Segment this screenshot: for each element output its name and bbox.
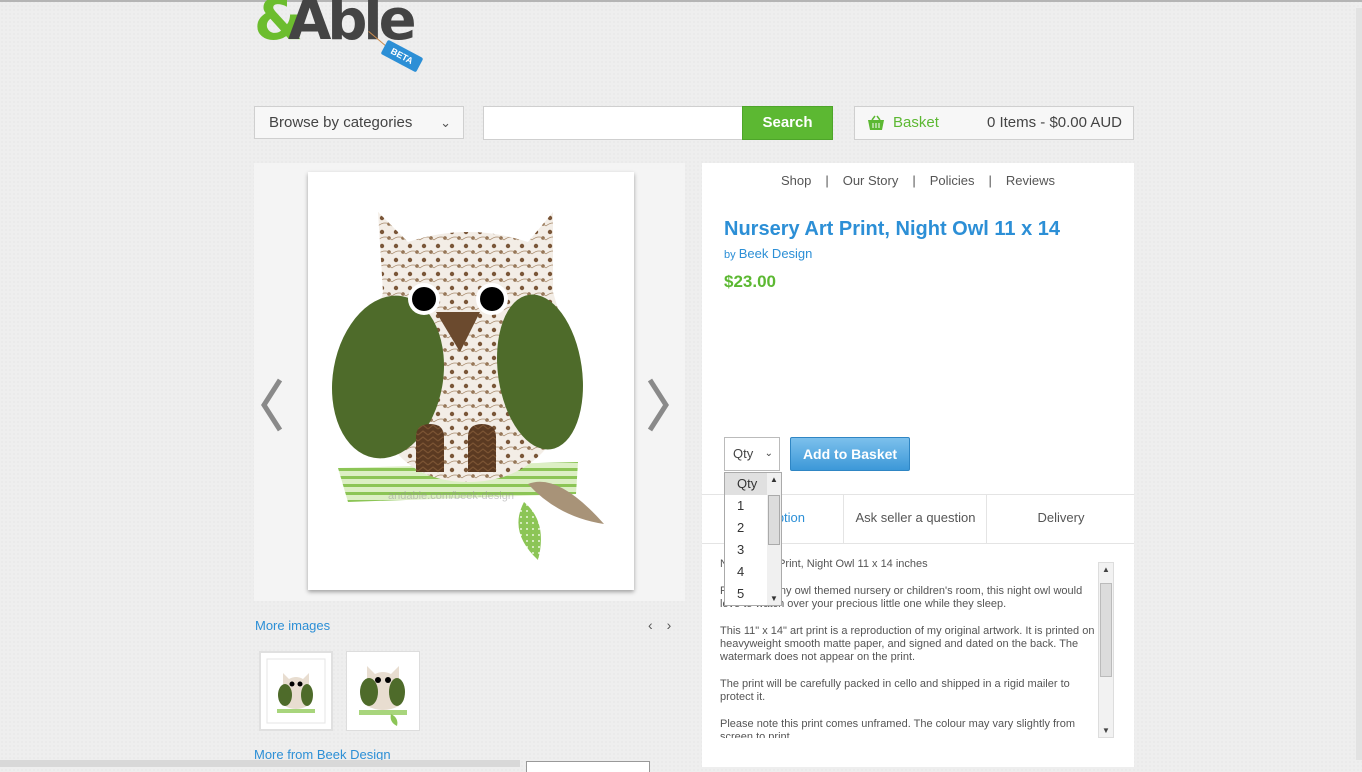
site-logo[interactable]: & Able BETA [254, 0, 454, 82]
shop-nav: Shop | Our Story | Policies | Reviews [702, 173, 1134, 188]
basket-icon [868, 115, 884, 130]
quantity-label: Qty [733, 446, 754, 461]
thumbnail-nav[interactable]: ‹› [648, 617, 685, 633]
seller-link[interactable]: Beek Design [739, 246, 813, 261]
quantity-dropdown-list: Qty 1 2 3 4 5 ▲ ▼ [724, 472, 782, 606]
description-paragraph: Please note this print comes unframed. T… [720, 718, 1076, 738]
quantity-option[interactable]: 1 [725, 495, 769, 517]
nav-shop[interactable]: Shop [767, 173, 825, 188]
basket-label: Basket [893, 114, 939, 131]
scrollbar-thumb[interactable] [768, 495, 780, 545]
thumb-prev-button[interactable]: ‹ [648, 617, 667, 633]
owl-artwork [331, 212, 604, 560]
thumbnail[interactable] [259, 651, 333, 731]
scroll-down-icon[interactable]: ▼ [770, 594, 778, 603]
thumbnail-image [266, 658, 326, 724]
basket-summary[interactable]: Basket 0 Items - $0.00 AUD [854, 106, 1134, 140]
add-to-basket-button[interactable]: Add to Basket [790, 437, 910, 471]
thumbnail-image [359, 666, 407, 726]
basket-total: 0 Items - $0.00 AUD [986, 114, 1122, 131]
tab-delivery[interactable]: Delivery [986, 495, 1135, 543]
more-images-link[interactable]: More images [255, 618, 330, 633]
search-input[interactable] [483, 106, 743, 140]
nav-policies[interactable]: Policies [916, 173, 989, 188]
nav-reviews[interactable]: Reviews [992, 173, 1069, 188]
scroll-up-icon[interactable]: ▲ [1102, 565, 1110, 574]
dropdown-scrollbar[interactable]: ▲ ▼ [767, 473, 781, 605]
quantity-option[interactable]: 4 [725, 561, 769, 583]
arrow-left-icon[interactable] [260, 378, 284, 432]
quantity-option[interactable]: Qty [725, 473, 769, 495]
chevron-down-icon: ⌄ [440, 115, 451, 130]
browse-label: Browse by categories [269, 114, 413, 131]
description-paragraph: The print will be carefully packed in ce… [720, 678, 1070, 703]
thumb-next-button[interactable]: › [667, 617, 686, 633]
chevron-down-icon: ⌄ [764, 448, 773, 459]
top-border [0, 0, 1362, 2]
description-scrollbar[interactable]: ▲ ▼ [1098, 562, 1114, 738]
scroll-up-icon[interactable]: ▲ [770, 475, 778, 484]
quantity-select[interactable]: Qty ⌄ [724, 437, 780, 471]
nav-our-story[interactable]: Our Story [829, 173, 913, 188]
browse-categories-dropdown[interactable]: Browse by categories ⌄ [254, 106, 464, 139]
product-image[interactable]: andable.com/beek-design [308, 172, 634, 590]
by-label: by [724, 249, 736, 261]
quantity-option[interactable]: 2 [725, 517, 769, 539]
tab-ask-seller[interactable]: Ask seller a question [843, 495, 987, 543]
quantity-option[interactable]: 3 [725, 539, 769, 561]
search-button[interactable]: Search [742, 106, 833, 140]
arrow-right-icon[interactable] [646, 378, 670, 432]
window-scrollbar[interactable] [1356, 8, 1362, 760]
product-byline: by Beek Design [724, 246, 812, 261]
product-panel: Shop | Our Story | Policies | Reviews Nursery … [702, 163, 1134, 767]
product-price: $23.00 [724, 272, 776, 291]
image-watermark: andable.com/beek-design [388, 490, 514, 502]
product-title: Nursery Art Print, Night Owl 11 x 14 [724, 218, 1061, 240]
horizontal-scrollbar[interactable] [0, 760, 520, 767]
thumbnail[interactable] [346, 651, 420, 731]
quantity-option[interactable]: 5 [725, 583, 769, 605]
scrollbar-thumb[interactable] [1100, 583, 1112, 677]
description-paragraph: This 11" x 14" art print is a reproducti… [720, 625, 1095, 663]
scroll-down-icon[interactable]: ▼ [1102, 726, 1110, 735]
